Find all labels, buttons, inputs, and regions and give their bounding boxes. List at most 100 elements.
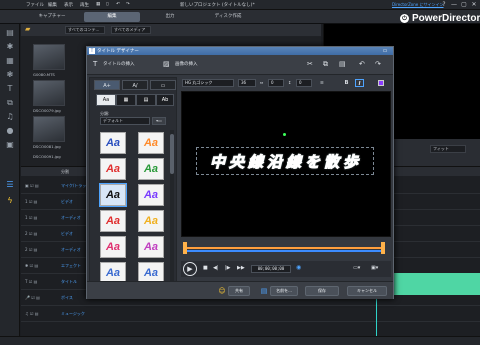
align-icon[interactable]: ☰ (320, 79, 324, 87)
menu-view[interactable]: 表示 (64, 2, 73, 8)
start-marker[interactable] (183, 242, 187, 254)
media-thumb[interactable] (33, 116, 65, 142)
pip-room-icon[interactable]: ▦ (5, 56, 15, 66)
sign-in-link[interactable]: DirectorZone にサインイン (392, 2, 444, 8)
style-preset[interactable]: Aa (138, 158, 164, 180)
style-preset-selected[interactable]: Aa (99, 183, 127, 207)
style-preset[interactable]: Aa (138, 184, 164, 206)
tab-background[interactable]: ▭ (150, 80, 176, 90)
undo-icon[interactable]: ↶ (359, 60, 365, 68)
cut-icon[interactable]: ✂ (307, 60, 313, 68)
title-text[interactable]: 中央線沿線を散歩 (197, 148, 375, 176)
maximize-button[interactable]: ▢ (460, 1, 468, 9)
timeline-clip[interactable] (390, 273, 480, 295)
safe-zone-icon[interactable]: ▭▾ (353, 265, 360, 271)
undo-icon[interactable]: ↶ (116, 2, 120, 7)
fit-dropdown[interactable]: フィット (430, 145, 466, 153)
track-toggle-icons[interactable]: 2 ☑ ▤ (25, 247, 37, 252)
title-text-box[interactable]: 中央線沿線を散歩 (196, 147, 374, 175)
subtab-border[interactable]: ▤ (136, 94, 156, 106)
style-preset[interactable]: Aa (100, 236, 126, 258)
animation-range-bar[interactable] (185, 247, 385, 249)
library-filter-dropdown[interactable]: すべてのコンテ... (65, 26, 105, 34)
end-marker[interactable] (381, 242, 385, 254)
menu-edit[interactable]: 編集 (48, 2, 57, 8)
close-button[interactable]: ✕ (470, 1, 478, 9)
track-toggle-icons[interactable]: T ☑ ▤ (25, 279, 37, 284)
tab-disc[interactable]: ディスク作成 (200, 12, 256, 22)
import-icon[interactable]: ▰ (25, 25, 30, 33)
fast-forward-icon[interactable]: ▶▶ (237, 265, 245, 271)
particle-room-icon[interactable]: ❃ (5, 70, 15, 80)
share-button[interactable]: 共有 (228, 286, 250, 296)
redo-icon[interactable]: ↷ (126, 2, 130, 7)
save-button[interactable]: 保存 (305, 286, 339, 296)
track-toggle-icons[interactable]: 1 ☑ ▤ (25, 199, 37, 204)
bold-button[interactable]: B (342, 79, 351, 87)
position-bar[interactable] (185, 250, 385, 252)
paste-icon[interactable]: ▤ (339, 60, 346, 68)
rotate-handle[interactable] (283, 133, 286, 136)
track-toggle-icons[interactable]: ▣ ☑ ▤ (25, 183, 39, 188)
play-button[interactable]: ▶ (183, 262, 197, 276)
style-panel-scroll-thumb[interactable] (170, 134, 174, 174)
tab-capture[interactable]: キャプチャー (24, 12, 80, 22)
help-icon[interactable]: ? (440, 1, 448, 9)
menu-icon-b[interactable]: ▯ (106, 2, 108, 7)
media-room-icon[interactable]: ▤ (5, 28, 15, 38)
cancel-button[interactable]: キャンセル (347, 286, 387, 296)
menu-file[interactable]: ファイル (26, 2, 44, 8)
style-preset[interactable]: Aa (100, 132, 126, 154)
volume-icon[interactable]: ◉ (296, 264, 301, 271)
chapter-room-icon[interactable]: ▣ (5, 140, 15, 150)
char-spacing-input[interactable]: 0 (268, 79, 284, 87)
minimize-button[interactable]: — (450, 1, 458, 9)
font-family-dropdown[interactable]: HG 丸ゴシック (182, 79, 234, 87)
tab-animation[interactable]: A/ (122, 80, 148, 90)
redo-icon[interactable]: ↷ (375, 60, 381, 68)
insert-title-icon[interactable]: T (93, 60, 97, 68)
fullscreen-icon[interactable]: ▣▾ (371, 265, 378, 271)
media-thumb[interactable] (33, 80, 65, 106)
timeline-mode-icon[interactable]: ☰ (5, 180, 15, 190)
insert-image-icon[interactable]: ▨ (163, 60, 170, 68)
save-as-button[interactable]: 名前を... (270, 286, 298, 296)
track-toggle-icons[interactable]: ♫ ☑ ▤ (25, 311, 39, 316)
font-size-dropdown[interactable]: 36 (238, 79, 256, 87)
category-menu-button[interactable]: ▾▭ (152, 117, 166, 125)
media-thumb[interactable] (33, 44, 65, 70)
category-select[interactable]: デフォルト (100, 117, 150, 125)
tab-character-style[interactable]: A+ (94, 80, 120, 90)
style-preset[interactable]: Aa (138, 210, 164, 232)
style-preset[interactable]: Aa (100, 158, 126, 180)
subtab-fill[interactable]: ▦ (116, 94, 136, 106)
media-type-dropdown[interactable]: すべてのメディア (111, 26, 151, 34)
subtab-preset[interactable]: Aa (96, 94, 116, 106)
track-toggle-icons[interactable]: ✱ ☑ ▤ (25, 263, 38, 268)
track-toggle-icons[interactable]: 🎤 ☑ ▤ (25, 295, 40, 300)
title-room-icon[interactable]: T (5, 84, 15, 94)
effect-room-icon[interactable]: ✱ (5, 42, 15, 52)
tab-edit[interactable]: 編集 (84, 12, 140, 22)
dialog-titlebar[interactable]: T タイトル デザイナー ▭ (87, 47, 393, 55)
storyboard-mode-icon[interactable]: ϟ (5, 196, 15, 206)
menu-play[interactable]: 再生 (80, 2, 89, 8)
style-preset[interactable]: Aa (138, 236, 164, 258)
dialog-close-button[interactable]: ▭ (379, 47, 391, 55)
style-preset[interactable]: Aa (100, 210, 126, 232)
next-frame-icon[interactable]: |▶ (225, 265, 231, 271)
track-toggle-icons[interactable]: 1 ☑ ▤ (25, 215, 37, 220)
subtab-shadow[interactable]: Ab (156, 94, 174, 106)
menu-icon-a[interactable]: ▦ (96, 2, 100, 7)
insert-title-button[interactable]: タイトルの挿入 (103, 61, 135, 67)
timecode-display[interactable]: 00;00;00;00 (251, 265, 291, 273)
split-button[interactable]: 分割 (61, 169, 69, 175)
line-spacing-input[interactable]: 0 (296, 79, 312, 87)
stop-icon[interactable]: ■ (203, 265, 208, 271)
track-toggle-icons[interactable]: 2 ☑ ▤ (25, 231, 37, 236)
audio-mix-icon[interactable]: ♫ (5, 112, 15, 122)
transition-room-icon[interactable]: ⧉ (5, 98, 15, 108)
style-preset[interactable]: Aa (138, 132, 164, 154)
copy-icon[interactable]: ⧉ (323, 60, 328, 69)
italic-button[interactable]: I (355, 79, 364, 87)
